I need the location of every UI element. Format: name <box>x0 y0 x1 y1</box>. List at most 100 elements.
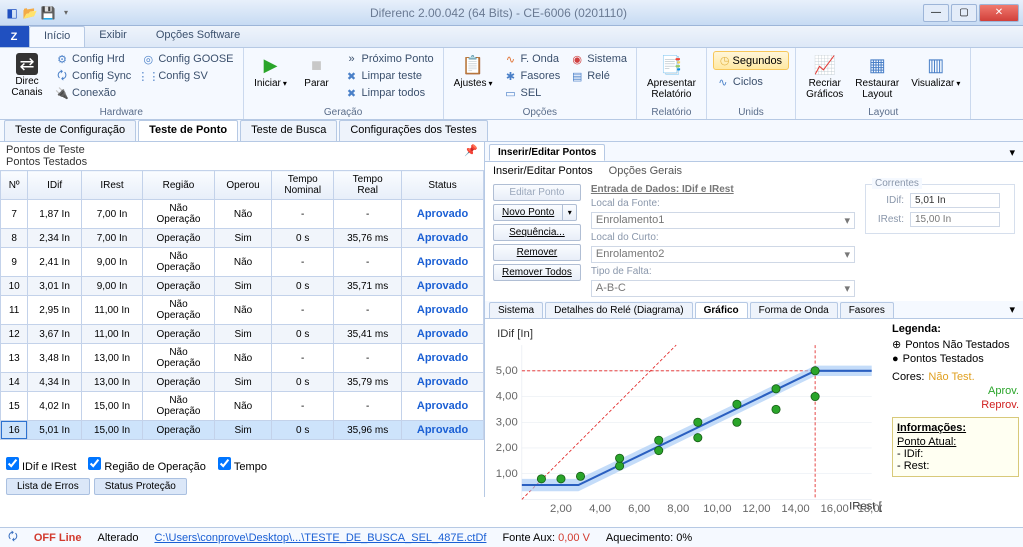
tipo-falta-select[interactable]: A-B-C ▾ <box>591 280 855 297</box>
tab-exibir[interactable]: Exibir <box>85 26 142 47</box>
app-menu-button[interactable]: Z <box>0 26 29 47</box>
col-status[interactable]: Status <box>402 171 484 200</box>
table-row[interactable]: 71,87 In7,00 InNão OperaçãoNão--Aprovado <box>1 200 484 229</box>
sistema-button[interactable]: ◉Sistema <box>567 51 630 67</box>
col-idif[interactable]: IDif <box>28 171 82 200</box>
pin-icon[interactable]: 📌 <box>464 144 478 157</box>
irest-input[interactable]: 15,00 In <box>910 212 1000 227</box>
minimize-button[interactable]: — <box>923 4 949 22</box>
segundos-button[interactable]: ◷Segundos <box>713 51 789 70</box>
tipo-falta-label: Tipo de Falta: <box>591 266 855 277</box>
chk-regiao[interactable]: Região de Operação <box>88 457 206 473</box>
gtab-fasores[interactable]: Fasores <box>840 302 894 318</box>
status-protecao-button[interactable]: Status Proteção <box>94 478 187 495</box>
sel-button[interactable]: ▭SEL <box>500 85 563 101</box>
group-geracao-label: Geração <box>250 106 437 118</box>
local-curto-select[interactable]: Enrolamento2 ▾ <box>591 246 855 263</box>
gtab-detalhes[interactable]: Detalhes do Relé (Diagrama) <box>545 302 693 318</box>
svg-text:6,00: 6,00 <box>628 503 650 515</box>
right-panel: Inserir/Editar Pontos ▾ Inserir/Editar P… <box>485 142 1023 497</box>
alterado-label: Alterado <box>97 532 138 544</box>
iniciar-button[interactable]: ▶Iniciar <box>250 51 292 91</box>
config-sync-button[interactable]: 🗘Config Sync <box>52 68 134 84</box>
next-icon: » <box>345 52 359 66</box>
ciclos-button[interactable]: ∿Ciclos <box>713 74 789 90</box>
col-treal[interactable]: Tempo Real <box>334 171 402 200</box>
irest-label: IRest: <box>872 214 904 225</box>
recriar-graficos-button[interactable]: 📈Recriar Gráficos <box>802 51 847 102</box>
remover-todos-button[interactable]: Remover Todos <box>493 264 581 281</box>
svg-text:5,00: 5,00 <box>496 365 518 377</box>
config-sv-button[interactable]: ⋮⋮Config SV <box>138 68 236 84</box>
table-row[interactable]: 92,41 In9,00 InNão OperaçãoNão--Aprovado <box>1 248 484 277</box>
table-row[interactable]: 144,34 In13,00 InOperaçãoSim0 s35,79 msA… <box>1 373 484 392</box>
rp-tab-inserir[interactable]: Inserir/Editar Pontos <box>489 144 605 161</box>
ajustes-button[interactable]: 📋Ajustes <box>450 51 497 91</box>
table-row[interactable]: 123,67 In11,00 InOperaçãoSim0 s35,41 msA… <box>1 325 484 344</box>
local-fonte-select[interactable]: Enrolamento1 ▾ <box>591 212 855 229</box>
rele-button[interactable]: ▤Relé <box>567 68 630 84</box>
system-icon: ◉ <box>570 52 584 66</box>
table-row[interactable]: 82,34 In7,00 InOperaçãoSim0 s35,76 msApr… <box>1 229 484 248</box>
apresentar-relatorio-button[interactable]: 📑Apresentar Relatório <box>643 51 700 102</box>
table-row[interactable]: 154,02 In15,00 InNão OperaçãoNão--Aprova… <box>1 392 484 421</box>
quick-access-toolbar: ◧ 📂 💾 ▾ <box>4 5 74 21</box>
maximize-button[interactable]: ▢ <box>951 4 977 22</box>
fonda-button[interactable]: ∿F. Onda <box>500 51 563 67</box>
parar-button[interactable]: ■Parar <box>296 51 338 91</box>
qat-dropdown-icon[interactable]: ▾ <box>58 5 74 21</box>
col-regiao[interactable]: Região <box>143 171 215 200</box>
chart-area[interactable]: IDif [In] IRest [In] 1,002,003,00 4,005,… <box>485 319 888 526</box>
subtab-config[interactable]: Teste de Configuração <box>4 120 136 141</box>
gtab-grafico[interactable]: Gráfico <box>695 302 748 318</box>
gtab-forma[interactable]: Forma de Onda <box>750 302 838 318</box>
ribbon: ⇄ Direc Canais ⚙Config Hrd 🗘Config Sync … <box>0 48 1023 120</box>
open-icon[interactable]: 📂 <box>22 5 38 21</box>
config-hrd-button[interactable]: ⚙Config Hrd <box>52 51 134 67</box>
subtab-cfgt[interactable]: Configurações dos Testes <box>339 120 487 141</box>
col-operou[interactable]: Operou <box>214 171 271 200</box>
fasores-button[interactable]: ✱Fasores <box>500 68 563 84</box>
rp-dropdown-icon[interactable]: ▾ <box>1005 144 1019 161</box>
connection-icon: 🗘 <box>8 528 18 547</box>
gtab-sistema[interactable]: Sistema <box>489 302 543 318</box>
play-icon: ▶ <box>259 53 283 77</box>
col-irest[interactable]: IRest <box>81 171 142 200</box>
table-row[interactable]: 165,01 In15,00 InOperaçãoSim0 s35,96 msA… <box>1 421 484 440</box>
subtab-ponto[interactable]: Teste de Ponto <box>138 120 238 141</box>
svg-text:16,00: 16,00 <box>821 503 849 515</box>
config-goose-button[interactable]: ◎Config GOOSE <box>138 51 236 67</box>
limpar-todos-button[interactable]: ✖Limpar todos <box>342 85 437 101</box>
conexao-button[interactable]: 🔌Conexão <box>52 85 134 101</box>
table-row[interactable]: 133,48 In13,00 InNão OperaçãoNão--Aprova… <box>1 344 484 373</box>
novo-ponto-button[interactable]: Novo Ponto <box>493 204 563 221</box>
sequencia-button[interactable]: Sequência... <box>493 224 581 241</box>
restaurar-layout-button[interactable]: ▦Restaurar Layout <box>851 51 903 102</box>
svg-text:2,00: 2,00 <box>496 442 518 454</box>
remover-button[interactable]: Remover <box>493 244 581 261</box>
title-bar: ◧ 📂 💾 ▾ Diferenc 2.00.042 (64 Bits) - CE… <box>0 0 1023 26</box>
adjust-icon: 📋 <box>461 53 485 77</box>
tab-opcoes[interactable]: Opções Software <box>142 26 255 47</box>
save-icon[interactable]: 💾 <box>40 5 56 21</box>
chk-tempo[interactable]: Tempo <box>218 457 267 473</box>
col-tnom[interactable]: Tempo Nominal <box>272 171 334 200</box>
direc-canais-button[interactable]: ⇄ Direc Canais <box>6 51 48 100</box>
table-row[interactable]: 103,01 In9,00 InOperaçãoSim0 s35,71 msAp… <box>1 277 484 296</box>
close-button[interactable]: ✕ <box>979 4 1019 22</box>
col-n[interactable]: Nº <box>1 171 28 200</box>
visualizar-button[interactable]: ▥Visualizar <box>907 51 964 91</box>
subtab-busca[interactable]: Teste de Busca <box>240 120 337 141</box>
file-path-link[interactable]: C:\Users\conprove\Desktop\...\TESTE_DE_B… <box>154 532 486 544</box>
marker-tested-icon: ● <box>892 353 899 365</box>
table-row[interactable]: 112,95 In11,00 InNão OperaçãoNão--Aprova… <box>1 296 484 325</box>
idif-input[interactable]: 5,01 In <box>910 193 1000 208</box>
limpar-teste-button[interactable]: ✖Limpar teste <box>342 68 437 84</box>
tab-inicio[interactable]: Início <box>29 26 85 47</box>
novo-ponto-dropdown[interactable]: ▾ <box>563 204 577 221</box>
svg-text:14,00: 14,00 <box>781 503 809 515</box>
entrada-dados-label: Entrada de Dados: IDif e IRest <box>591 184 855 195</box>
chk-idif[interactable]: IDif e IRest <box>6 457 76 473</box>
lista-erros-button[interactable]: Lista de Erros <box>6 478 90 495</box>
graph-dropdown-icon[interactable]: ▾ <box>1005 301 1019 318</box>
